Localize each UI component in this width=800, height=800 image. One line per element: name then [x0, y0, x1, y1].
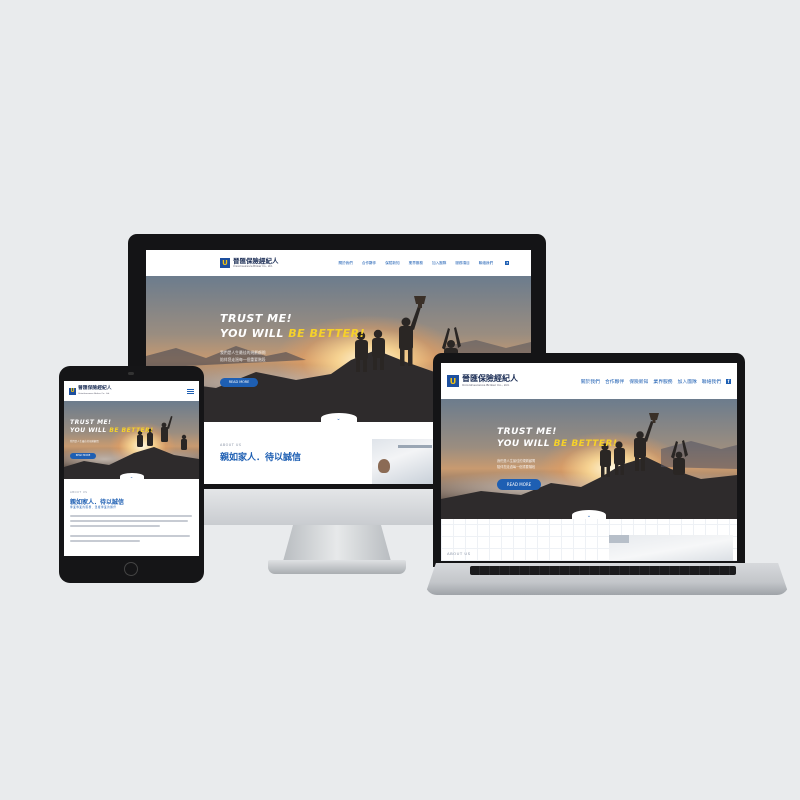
scroll-down-button[interactable]: ⌄ — [320, 413, 357, 422]
about-label: ABOUT US — [220, 443, 242, 447]
laptop-screen: U 晉匯保險經紀人 UnionInsurance Broker Co., Ltd… — [441, 363, 737, 561]
brand-name-en: UnionInsurance Broker Co., Ltd. — [233, 264, 273, 268]
hero-subtext-2: 陪伴您走過每一個重要階段 — [220, 357, 266, 362]
nav-item-news[interactable]: 保險新知 — [385, 261, 399, 266]
chevron-down-icon: ⌄ — [336, 416, 341, 422]
laptop-keyboard — [470, 566, 736, 575]
hero-tagline-highlight: BE BETTER! — [109, 427, 154, 434]
hamburger-menu-icon[interactable] — [187, 388, 194, 394]
facebook-icon[interactable]: f — [726, 378, 731, 384]
brand-name: 晉匯保險經紀人 — [78, 386, 112, 392]
logo-icon[interactable]: U — [69, 387, 76, 395]
brand-name-en: UnionInsurance Broker Co., Ltd. — [462, 383, 510, 387]
nav-item-partners[interactable]: 合作夥伴 — [362, 261, 376, 266]
hero-tagline-line1: TRUST ME! — [70, 419, 112, 426]
about-label: ABOUT US — [447, 551, 471, 556]
laptop-hero-banner: TRUST ME! YOU WILL BE BETTER! 我們是人生最佳的規劃… — [441, 399, 737, 519]
nav-item-contact[interactable]: 聯絡我們 — [479, 261, 493, 266]
brand-name: 晉匯保險經紀人 — [462, 374, 518, 383]
tablet-screen: U 晉匯保險經紀人 UnionInsurance Broker Co., Ltd… — [64, 381, 199, 556]
read-more-button[interactable]: READ MORE — [70, 453, 96, 459]
brand-name-en: UnionInsurance Broker Co., Ltd. — [78, 392, 110, 395]
trophy-icon — [649, 413, 659, 423]
nav-item-join[interactable]: 加入團隊 — [678, 378, 697, 385]
brand-name: 晉匯保險經紀人 — [233, 257, 279, 265]
hero-subtext-2: 陪伴您走過每一個重要階段 — [497, 465, 536, 469]
read-more-button[interactable]: READ MORE — [497, 479, 541, 490]
hero-tagline-line2: YOU WILL BE BETTER! — [497, 439, 618, 449]
hero-tagline-line1: TRUST ME! — [497, 427, 557, 437]
scroll-down-button[interactable]: ⌄ — [119, 473, 144, 479]
about-subtitle: 專業專業的服務．溫暖專業的夥伴 — [70, 506, 117, 509]
hero-subtext-1: 我們是人生最佳的規劃顧問 — [70, 440, 99, 443]
tablet-home-button[interactable] — [124, 562, 138, 576]
about-title: 親如家人．待以誠信 — [220, 453, 302, 463]
read-more-button[interactable]: READ MORE — [220, 378, 258, 387]
hero-tagline-highlight: BE BETTER! — [553, 439, 618, 449]
nav-item-news[interactable]: 保險新知 — [629, 378, 648, 385]
mountain-silhouette — [441, 413, 737, 519]
tablet-site-header: U 晉匯保險經紀人 UnionInsurance Broker Co., Ltd… — [64, 381, 199, 401]
chevron-down-icon: ⌄ — [129, 474, 134, 479]
person-avatar — [378, 459, 390, 473]
hero-subtext-1: 我們是人生最佳的規劃顧問 — [220, 350, 266, 355]
nav-item-offerings[interactable]: 服務項目 — [455, 261, 469, 266]
nav-item-about[interactable]: 關於我們 — [581, 378, 600, 385]
imac-stand-foot — [268, 560, 406, 574]
nav-item-services[interactable]: 業界服務 — [409, 261, 423, 266]
trophy-icon — [414, 296, 426, 308]
facebook-icon[interactable]: f — [505, 261, 510, 265]
hero-tagline-line1: TRUST ME! — [220, 312, 293, 325]
logo-icon[interactable]: U — [447, 375, 459, 387]
hero-tagline-prefix: YOU WILL — [497, 439, 554, 449]
hero-tagline-line2: YOU WILL BE BETTER! — [220, 327, 365, 340]
hero-tagline-prefix: YOU WILL — [70, 427, 110, 434]
laptop-site-header: U 晉匯保險經紀人 UnionInsurance Broker Co., Ltd… — [441, 363, 737, 399]
logo-icon[interactable]: U — [220, 258, 230, 268]
nav-item-about[interactable]: 關於我們 — [339, 261, 353, 266]
nav-item-join[interactable]: 加入團隊 — [432, 261, 446, 266]
hero-subtext-1: 我們是人生最佳的規劃顧問 — [497, 459, 536, 463]
hero-tagline-prefix: YOU WILL — [220, 327, 289, 340]
nav-item-contact[interactable]: 聯絡我們 — [702, 378, 721, 385]
about-photo — [372, 439, 436, 484]
tablet-hero-banner: TRUST ME! YOU WILL BE BETTER! 我們是人生最佳的規劃… — [64, 401, 199, 479]
hero-tagline-line2: YOU WILL BE BETTER! — [70, 427, 154, 434]
nav-item-services[interactable]: 業界服務 — [653, 378, 672, 385]
imac-site-header: U 晉匯保險經紀人 UnionInsurance Broker Co., Ltd… — [146, 250, 531, 276]
imac-stand-neck — [282, 525, 392, 565]
hero-tagline-highlight: BE BETTER! — [288, 327, 366, 340]
nav-item-partners[interactable]: 合作夥伴 — [605, 378, 624, 385]
tablet-camera — [128, 372, 134, 375]
scroll-down-button[interactable]: ⌄ — [572, 510, 606, 519]
about-photo — [609, 535, 733, 561]
about-label: ABOUT US — [70, 491, 88, 494]
